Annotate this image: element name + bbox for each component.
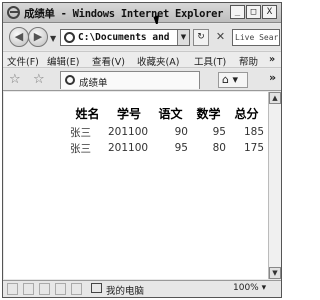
tab-page-icon bbox=[65, 75, 75, 85]
cell-chinese: 95 bbox=[174, 142, 188, 154]
tab-active[interactable]: 成绩单 bbox=[60, 71, 200, 89]
maximize-button[interactable]: □ bbox=[246, 5, 261, 19]
address-dropdown-icon[interactable]: ▼ bbox=[177, 30, 189, 45]
my-computer-icon bbox=[91, 283, 102, 293]
cell-total: 175 bbox=[243, 142, 264, 154]
header-name: 姓名 bbox=[75, 107, 100, 121]
title-bar[interactable]: 成绩单 - Windows Internet Explorer _ □ X bbox=[3, 3, 281, 28]
cell-math: 80 bbox=[212, 142, 226, 154]
history-dropdown-icon[interactable]: ▼ bbox=[50, 34, 56, 43]
grades-table: 姓名 学号 语文 数学 总分 张三 201100 90 95 185 张三 20 bbox=[70, 104, 267, 156]
cell-name: 张三 bbox=[70, 126, 91, 139]
back-button[interactable]: ◀ bbox=[9, 27, 29, 47]
header-total: 总分 bbox=[234, 107, 259, 121]
menu-help[interactable]: 帮助 bbox=[239, 54, 269, 68]
table-row: 张三 201100 95 80 175 bbox=[70, 140, 267, 156]
search-input[interactable]: Live Search bbox=[232, 29, 280, 46]
scroll-down-icon[interactable]: ▼ bbox=[269, 267, 281, 279]
cell-chinese: 90 bbox=[174, 126, 188, 138]
page-icon bbox=[64, 32, 75, 43]
menu-more-chevron-icon[interactable]: » bbox=[269, 54, 275, 65]
close-button[interactable]: X bbox=[262, 5, 277, 19]
add-favorites-icon[interactable]: ☆ bbox=[33, 72, 45, 87]
menu-tools[interactable]: 工具(T) bbox=[194, 54, 226, 68]
address-field[interactable]: C:\Documents and S ▼ bbox=[60, 29, 190, 46]
window-controls: _ □ X bbox=[230, 5, 277, 19]
page-content: 姓名 学号 语文 数学 总分 张三 201100 90 95 185 张三 20 bbox=[4, 92, 268, 279]
cell-name: 张三 bbox=[70, 142, 91, 155]
cell-total: 185 bbox=[243, 126, 264, 138]
menu-view[interactable]: 查看(V) bbox=[92, 54, 125, 68]
table-header-row: 姓名 学号 语文 数学 总分 bbox=[70, 104, 267, 124]
header-math: 数学 bbox=[196, 107, 221, 121]
status-segment bbox=[55, 283, 66, 295]
zoom-control[interactable]: 100% ▾ bbox=[233, 283, 266, 293]
cell-id: 201100 bbox=[108, 142, 149, 154]
table-row: 张三 201100 90 95 185 bbox=[70, 124, 267, 140]
minimize-button[interactable]: _ bbox=[230, 5, 245, 19]
address-url[interactable]: C:\Documents and S bbox=[78, 32, 174, 43]
menu-file[interactable]: 文件(F) bbox=[7, 54, 39, 68]
home-button[interactable]: ⌂ ▾ bbox=[218, 72, 248, 88]
tab-row: ☆ ☆ 成绩单 ⌂ ▾ » bbox=[3, 69, 281, 91]
forward-button[interactable]: ▶ bbox=[28, 27, 48, 47]
status-segment bbox=[7, 283, 18, 295]
status-segment bbox=[23, 283, 34, 295]
refresh-button[interactable]: ↻ bbox=[193, 29, 209, 46]
ie-logo-icon bbox=[7, 6, 20, 19]
header-id: 学号 bbox=[116, 107, 141, 121]
window-title: 成绩单 - Windows Internet Explorer bbox=[24, 8, 224, 20]
ie-window: 成绩单 - Windows Internet Explorer _ □ X ◀ … bbox=[2, 2, 282, 298]
menu-favorites[interactable]: 收藏夹(A) bbox=[137, 54, 179, 68]
vertical-scrollbar[interactable]: ▲ ▼ bbox=[268, 92, 281, 279]
header-chinese: 语文 bbox=[158, 107, 183, 121]
zoom-level: 100% bbox=[233, 283, 259, 293]
address-toolbar: ◀ ▶ ▼ C:\Documents and S ▼ ↻ ✕ Live Sear… bbox=[3, 24, 281, 50]
menu-edit[interactable]: 编辑(E) bbox=[47, 54, 79, 68]
status-segment bbox=[71, 283, 82, 295]
tab-label: 成绩单 bbox=[79, 78, 108, 89]
stop-button[interactable]: ✕ bbox=[212, 29, 229, 46]
status-bar: 我的电脑 100% ▾ bbox=[3, 280, 281, 297]
scroll-up-icon[interactable]: ▲ bbox=[269, 92, 281, 104]
status-segment bbox=[39, 283, 50, 295]
cell-math: 95 bbox=[212, 126, 226, 138]
menu-bar: 文件(F) 编辑(E) 查看(V) 收藏夹(A) 工具(T) 帮助 » bbox=[3, 51, 281, 68]
security-zone: 我的电脑 bbox=[106, 286, 145, 297]
cell-id: 201100 bbox=[108, 126, 149, 138]
favorites-star-icon[interactable]: ☆ bbox=[9, 72, 21, 87]
toolbar-chevron-icon[interactable]: » bbox=[269, 71, 276, 84]
